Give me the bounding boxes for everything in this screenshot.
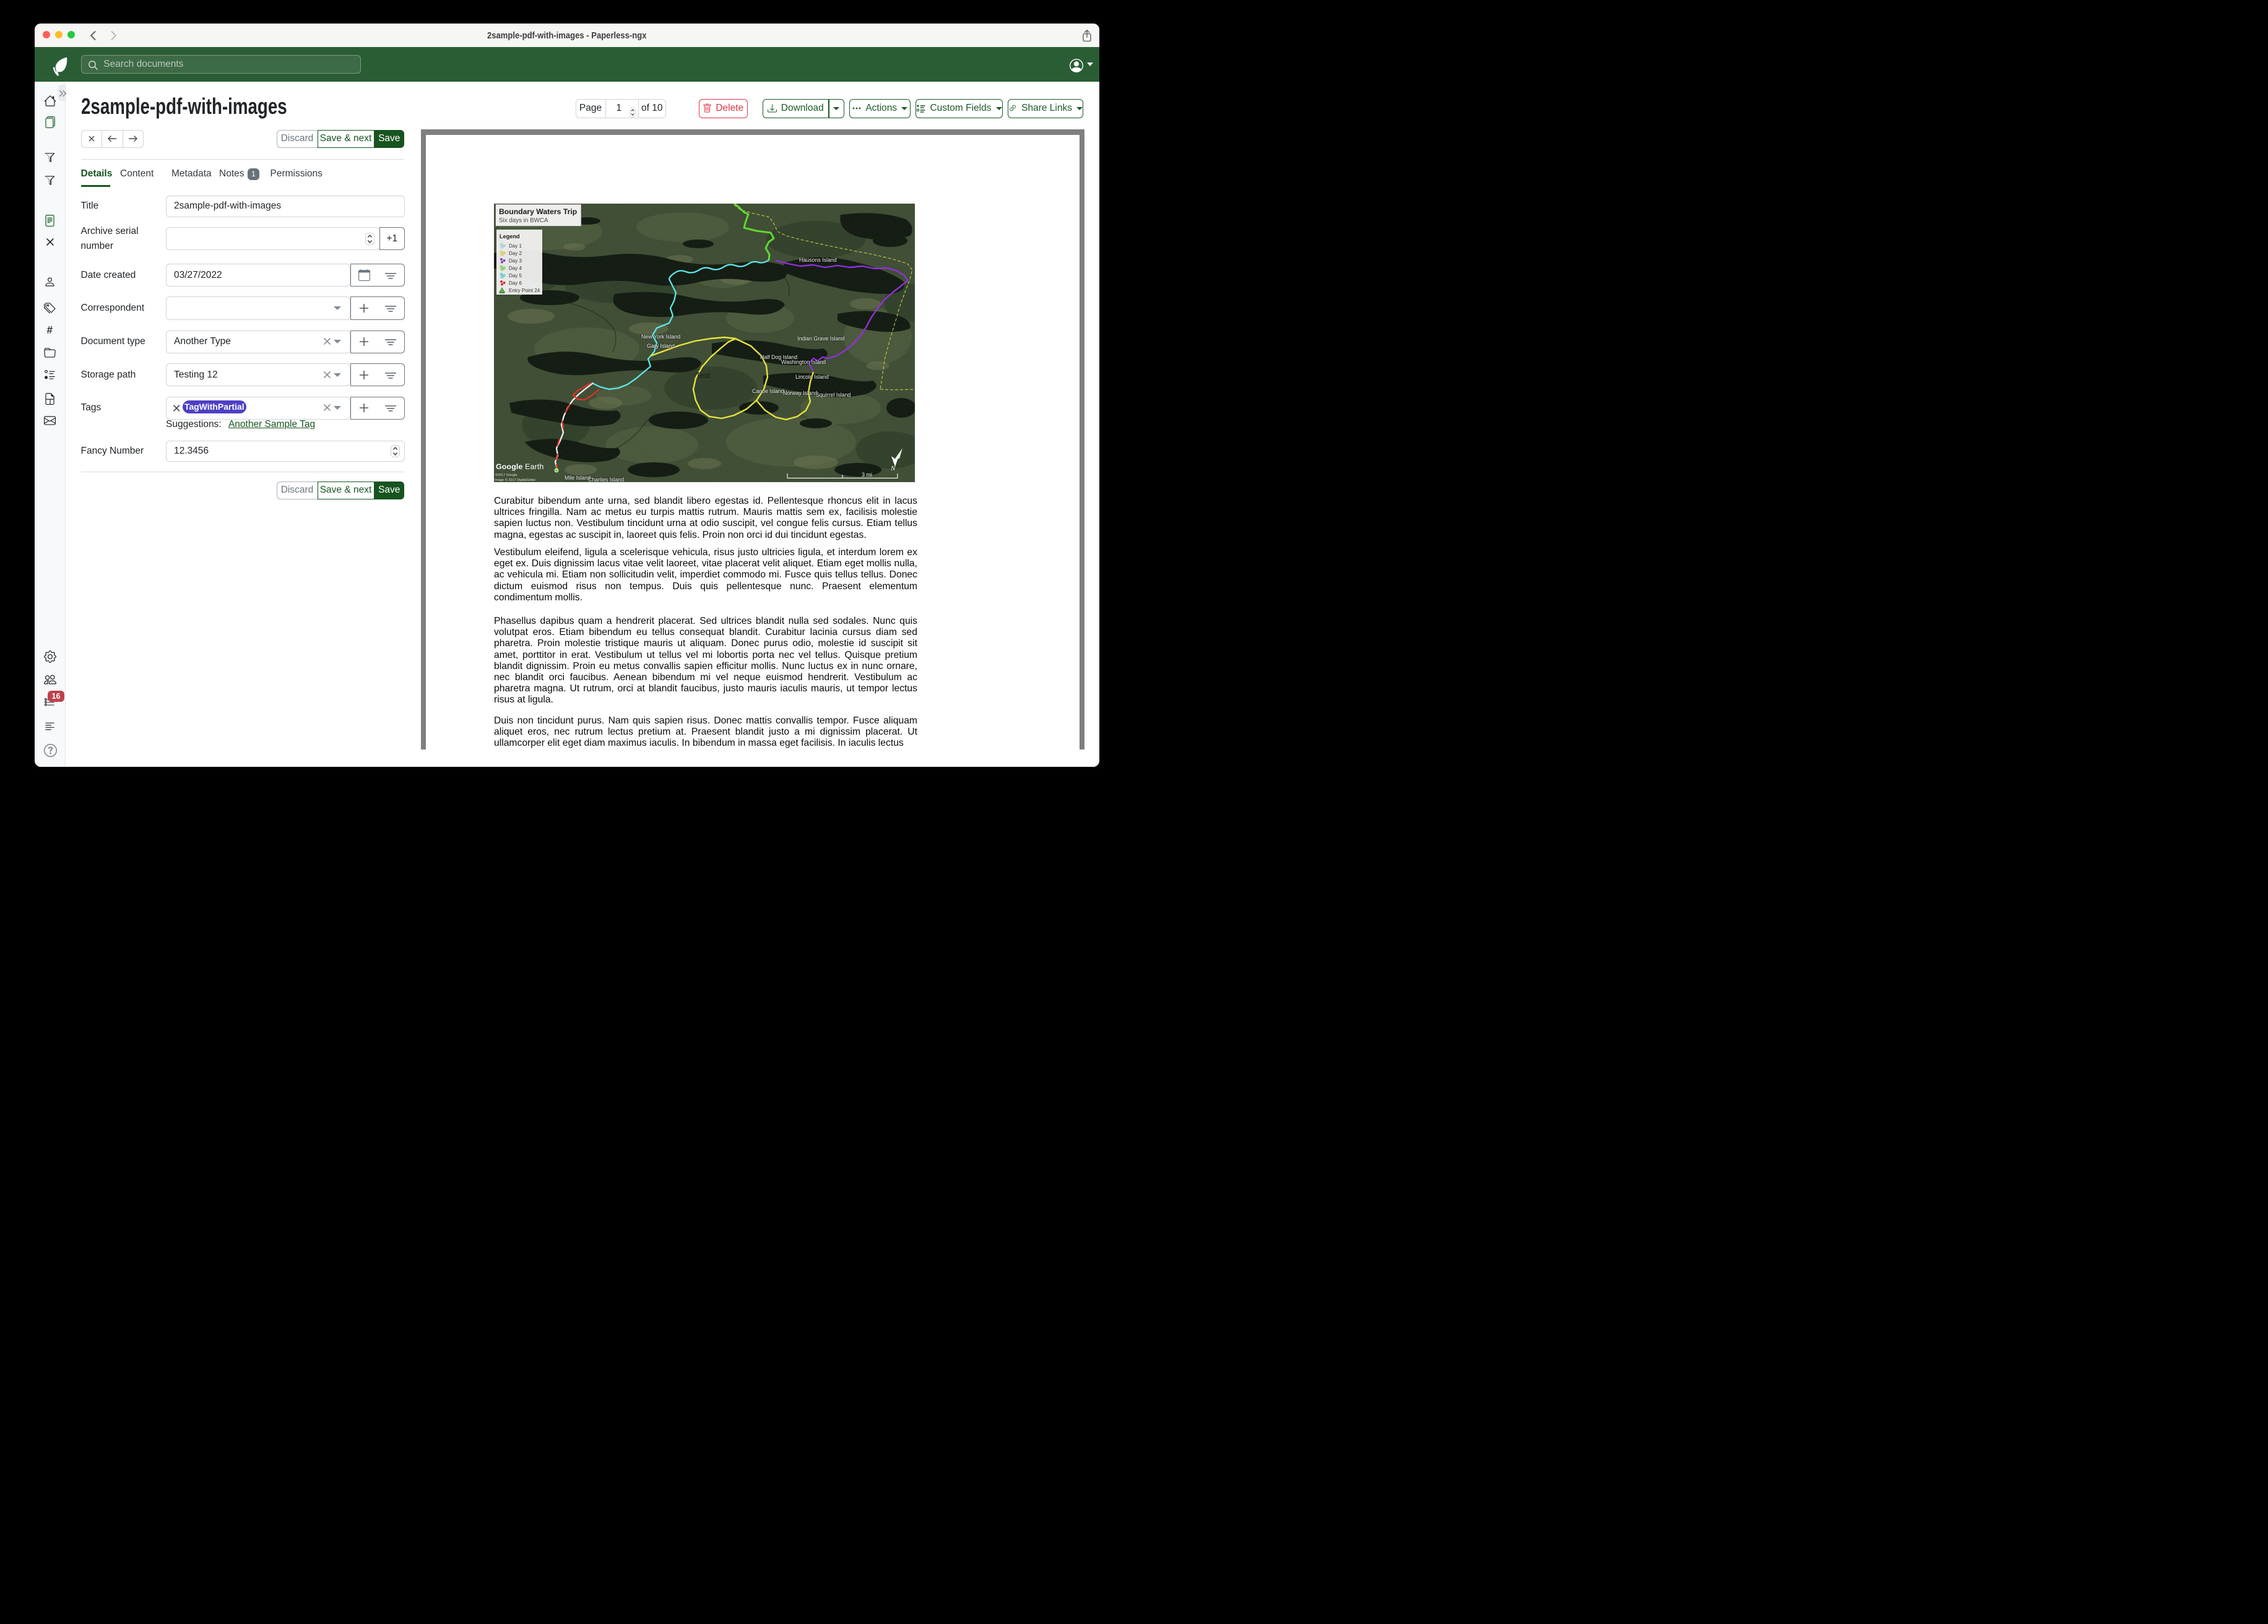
svg-text:Day 6: Day 6 — [509, 280, 522, 286]
svg-text:Day 5: Day 5 — [509, 273, 522, 279]
svg-text:Squirrel Island: Squirrel Island — [816, 392, 850, 398]
svg-text:Google Earth: Google Earth — [496, 462, 544, 471]
svg-text:Washington Island: Washington Island — [781, 359, 826, 365]
svg-text:Day 2: Day 2 — [509, 251, 522, 256]
svg-text:Boundary Waters Trip: Boundary Waters Trip — [499, 207, 577, 216]
svg-text:Legend: Legend — [500, 233, 520, 240]
svg-text:Text: Text — [696, 371, 710, 380]
svg-text:Day 3: Day 3 — [509, 258, 522, 264]
svg-text:Canoe Island: Canoe Island — [752, 388, 784, 394]
svg-text:©2017 Google: ©2017 Google — [495, 473, 517, 477]
svg-text:Day 1: Day 1 — [509, 243, 522, 249]
svg-text:Image © 2017 DigitalGlobe: Image © 2017 DigitalGlobe — [495, 478, 535, 482]
svg-text:Day 4: Day 4 — [509, 266, 522, 271]
svg-text:New York Island: New York Island — [641, 334, 680, 340]
svg-text:Indian Grave Island: Indian Grave Island — [797, 335, 844, 342]
svg-text:Gary Island: Gary Island — [647, 343, 675, 349]
svg-text:N: N — [890, 465, 896, 472]
svg-text:Six days in BWCA: Six days in BWCA — [499, 217, 548, 224]
svg-text:Norway Island: Norway Island — [783, 390, 818, 396]
svg-text:Lincoln Island: Lincoln Island — [795, 374, 829, 380]
svg-text:Entry Point 24: Entry Point 24 — [509, 288, 540, 293]
svg-text:3 mi: 3 mi — [862, 472, 872, 478]
svg-text:Hausons Island: Hausons Island — [799, 257, 837, 263]
svg-text:Charlies Island: Charlies Island — [588, 477, 624, 482]
svg-text:Mile Island: Mile Island — [565, 475, 591, 481]
